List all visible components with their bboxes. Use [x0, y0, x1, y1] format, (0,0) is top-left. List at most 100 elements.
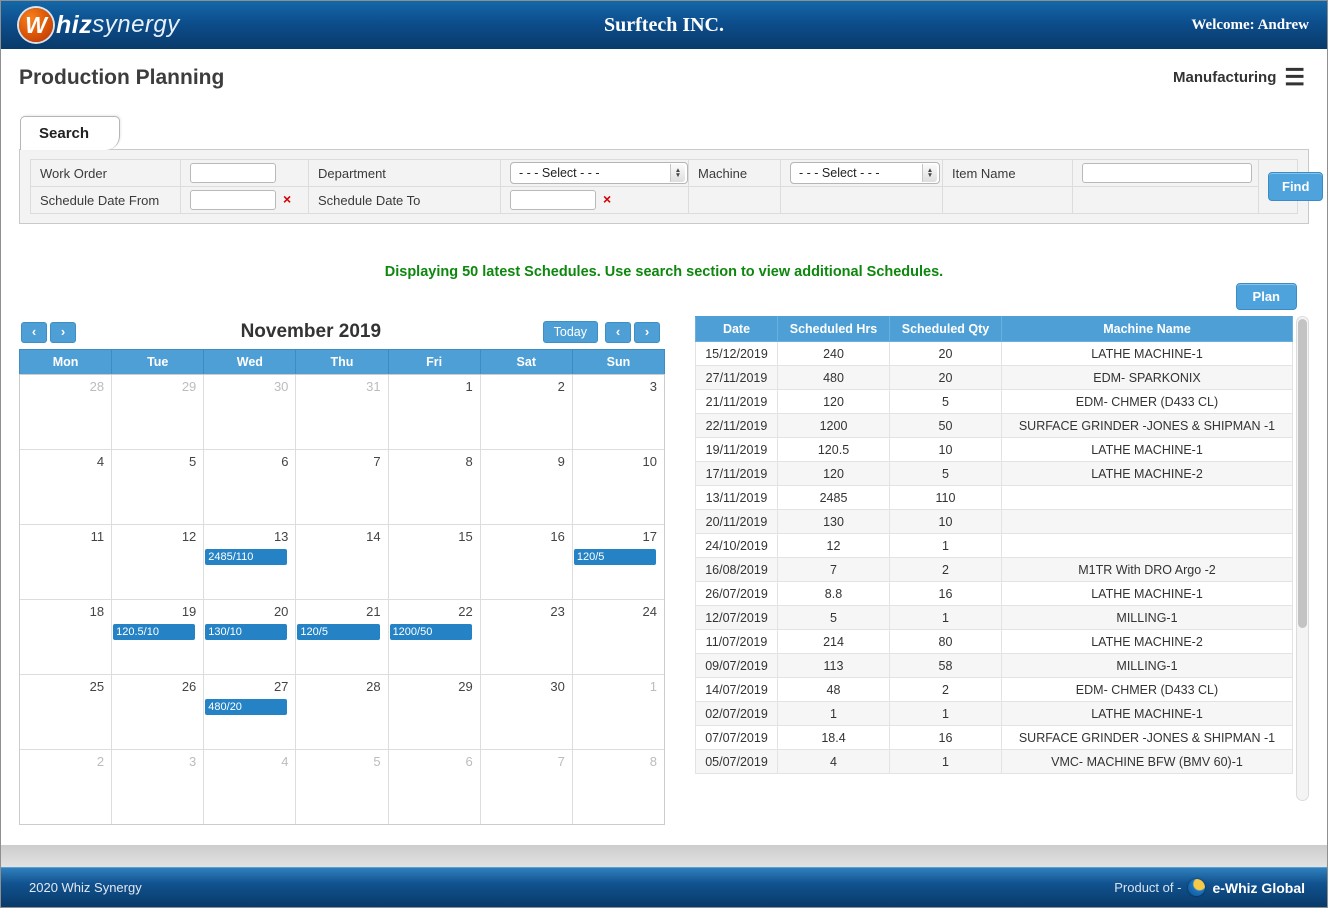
calendar-day-cell[interactable]: 21120/5 — [296, 600, 387, 674]
table-row[interactable]: 17/11/20191205LATHE MACHINE-2 — [696, 462, 1293, 486]
plan-button[interactable]: Plan — [1236, 283, 1297, 310]
calendar-day-cell[interactable]: 8 — [573, 750, 664, 824]
weekday-header: Mon — [20, 350, 111, 374]
schedule-event[interactable]: 480/20 — [205, 699, 287, 715]
calendar-day-cell[interactable]: 5 — [296, 750, 387, 824]
schedule-event[interactable]: 120/5 — [297, 624, 379, 640]
calendar-day-cell[interactable]: 25 — [20, 675, 111, 749]
calendar-day-cell[interactable]: 29 — [389, 675, 480, 749]
schedule-event[interactable]: 120/5 — [574, 549, 656, 565]
table-scrollbar-thumb[interactable] — [1298, 319, 1307, 628]
schedule-date-to-input[interactable] — [510, 190, 596, 210]
day-number: 10 — [643, 454, 657, 469]
calendar-day-cell[interactable]: 9 — [481, 450, 572, 524]
calendar-day-cell[interactable]: 1 — [389, 375, 480, 449]
calendar-day-cell[interactable]: 20130/10 — [204, 600, 295, 674]
calendar-prev-button-right[interactable]: ‹ — [605, 322, 631, 343]
table-row[interactable]: 15/12/201924020LATHE MACHINE-1 — [696, 342, 1293, 366]
table-cell: 8.8 — [778, 582, 890, 606]
calendar-day-cell[interactable]: 2 — [481, 375, 572, 449]
table-row[interactable]: 05/07/201941VMC- MACHINE BFW (BMV 60)-1 — [696, 750, 1293, 774]
calendar-day-cell[interactable]: 27480/20 — [204, 675, 295, 749]
calendar-day-cell[interactable]: 24 — [573, 600, 664, 674]
table-row[interactable]: 21/11/20191205EDM- CHMER (D433 CL) — [696, 390, 1293, 414]
schedule-event[interactable]: 1200/50 — [390, 624, 472, 640]
calendar-day-cell[interactable]: 3 — [573, 375, 664, 449]
calendar-day-cell[interactable]: 132485/110 — [204, 525, 295, 599]
calendar-day-cell[interactable]: 18 — [20, 600, 111, 674]
calendar-day-cell[interactable]: 5 — [112, 450, 203, 524]
calendar-day-cell[interactable]: 16 — [481, 525, 572, 599]
calendar-day-cell[interactable]: 4 — [204, 750, 295, 824]
table-row[interactable]: 20/11/201913010 — [696, 510, 1293, 534]
column-header: Scheduled Hrs — [778, 317, 890, 342]
schedule-date-from-label: Schedule Date From — [31, 187, 181, 214]
calendar-day-cell[interactable]: 17120/5 — [573, 525, 664, 599]
calendar-day-cell[interactable]: 15 — [389, 525, 480, 599]
calendar-day-cell[interactable]: 23 — [481, 600, 572, 674]
calendar-day-cell[interactable]: 221200/50 — [389, 600, 480, 674]
schedule-date-from-input[interactable] — [190, 190, 276, 210]
calendar-day-cell[interactable]: 7 — [481, 750, 572, 824]
calendar-day-cell[interactable]: 8 — [389, 450, 480, 524]
calendar-day-cell[interactable]: 29 — [112, 375, 203, 449]
today-button[interactable]: Today — [543, 321, 598, 343]
calendar-day-cell[interactable]: 6 — [389, 750, 480, 824]
calendar-day-cell[interactable]: 1 — [573, 675, 664, 749]
hamburger-menu-icon[interactable]: ☰ — [1284, 66, 1305, 89]
item-name-input[interactable] — [1082, 163, 1252, 183]
schedule-event[interactable]: 120.5/10 — [113, 624, 195, 640]
calendar-day-cell[interactable]: 2 — [20, 750, 111, 824]
calendar-day-cell[interactable]: 28 — [296, 675, 387, 749]
table-row[interactable]: 26/07/20198.816LATHE MACHINE-1 — [696, 582, 1293, 606]
table-row[interactable]: 19/11/2019120.510LATHE MACHINE-1 — [696, 438, 1293, 462]
machine-select[interactable]: - - - Select - - - ▲▼ — [790, 162, 940, 184]
table-row[interactable]: 07/07/201918.416SURFACE GRINDER -JONES &… — [696, 726, 1293, 750]
table-row[interactable]: 27/11/201948020EDM- SPARKONIX — [696, 366, 1293, 390]
calendar-day-cell[interactable]: 30 — [204, 375, 295, 449]
table-row[interactable]: 24/10/2019121 — [696, 534, 1293, 558]
calendar-day-cell[interactable]: 14 — [296, 525, 387, 599]
calendar-next-button-right[interactable]: › — [634, 322, 660, 343]
table-row[interactable]: 22/11/2019120050SURFACE GRINDER -JONES &… — [696, 414, 1293, 438]
department-select[interactable]: - - - Select - - - ▲▼ — [510, 162, 688, 184]
clear-date-from-icon[interactable]: × — [283, 191, 291, 207]
calendar-next-button[interactable]: › — [50, 322, 76, 343]
calendar-day-cell[interactable]: 26 — [112, 675, 203, 749]
calendar-day-cell[interactable]: 6 — [204, 450, 295, 524]
day-number: 15 — [458, 529, 472, 544]
table-cell: 1 — [778, 702, 890, 726]
table-row[interactable]: 02/07/201911LATHE MACHINE-1 — [696, 702, 1293, 726]
calendar-prev-button[interactable]: ‹ — [21, 322, 47, 343]
calendar-header: ‹ › November 2019 Today ‹ › — [19, 316, 665, 349]
calendar-day-cell[interactable]: 12 — [112, 525, 203, 599]
table-cell: 113 — [778, 654, 890, 678]
module-menu[interactable]: Manufacturing ☰ — [1173, 66, 1305, 89]
calendar-day-cell[interactable]: 7 — [296, 450, 387, 524]
table-row[interactable]: 09/07/201911358MILLING-1 — [696, 654, 1293, 678]
table-row[interactable]: 11/07/201921480LATHE MACHINE-2 — [696, 630, 1293, 654]
table-row[interactable]: 16/08/201972M1TR With DRO Argo -2 — [696, 558, 1293, 582]
calendar-day-cell[interactable]: 19120.5/10 — [112, 600, 203, 674]
table-scrollbar[interactable] — [1296, 316, 1309, 801]
table-row[interactable]: 12/07/201951MILLING-1 — [696, 606, 1293, 630]
calendar-day-cell[interactable]: 3 — [112, 750, 203, 824]
schedule-event[interactable]: 2485/110 — [205, 549, 287, 565]
tab-search[interactable]: Search — [20, 116, 120, 150]
table-row[interactable]: 13/11/20192485110 — [696, 486, 1293, 510]
item-name-label: Item Name — [943, 160, 1073, 187]
table-row[interactable]: 14/07/2019482EDM- CHMER (D433 CL) — [696, 678, 1293, 702]
calendar-day-cell[interactable]: 11 — [20, 525, 111, 599]
calendar-day-cell[interactable]: 30 — [481, 675, 572, 749]
table-cell: EDM- CHMER (D433 CL) — [1002, 390, 1293, 414]
calendar-day-cell[interactable]: 4 — [20, 450, 111, 524]
clear-date-to-icon[interactable]: × — [603, 191, 611, 207]
calendar-day-cell[interactable]: 10 — [573, 450, 664, 524]
schedule-event[interactable]: 130/10 — [205, 624, 287, 640]
calendar-day-cell[interactable]: 28 — [20, 375, 111, 449]
calendar-day-cell[interactable]: 31 — [296, 375, 387, 449]
day-number: 24 — [643, 604, 657, 619]
module-label: Manufacturing — [1173, 69, 1276, 86]
work-order-input[interactable] — [190, 163, 276, 183]
find-button[interactable]: Find — [1268, 172, 1323, 201]
